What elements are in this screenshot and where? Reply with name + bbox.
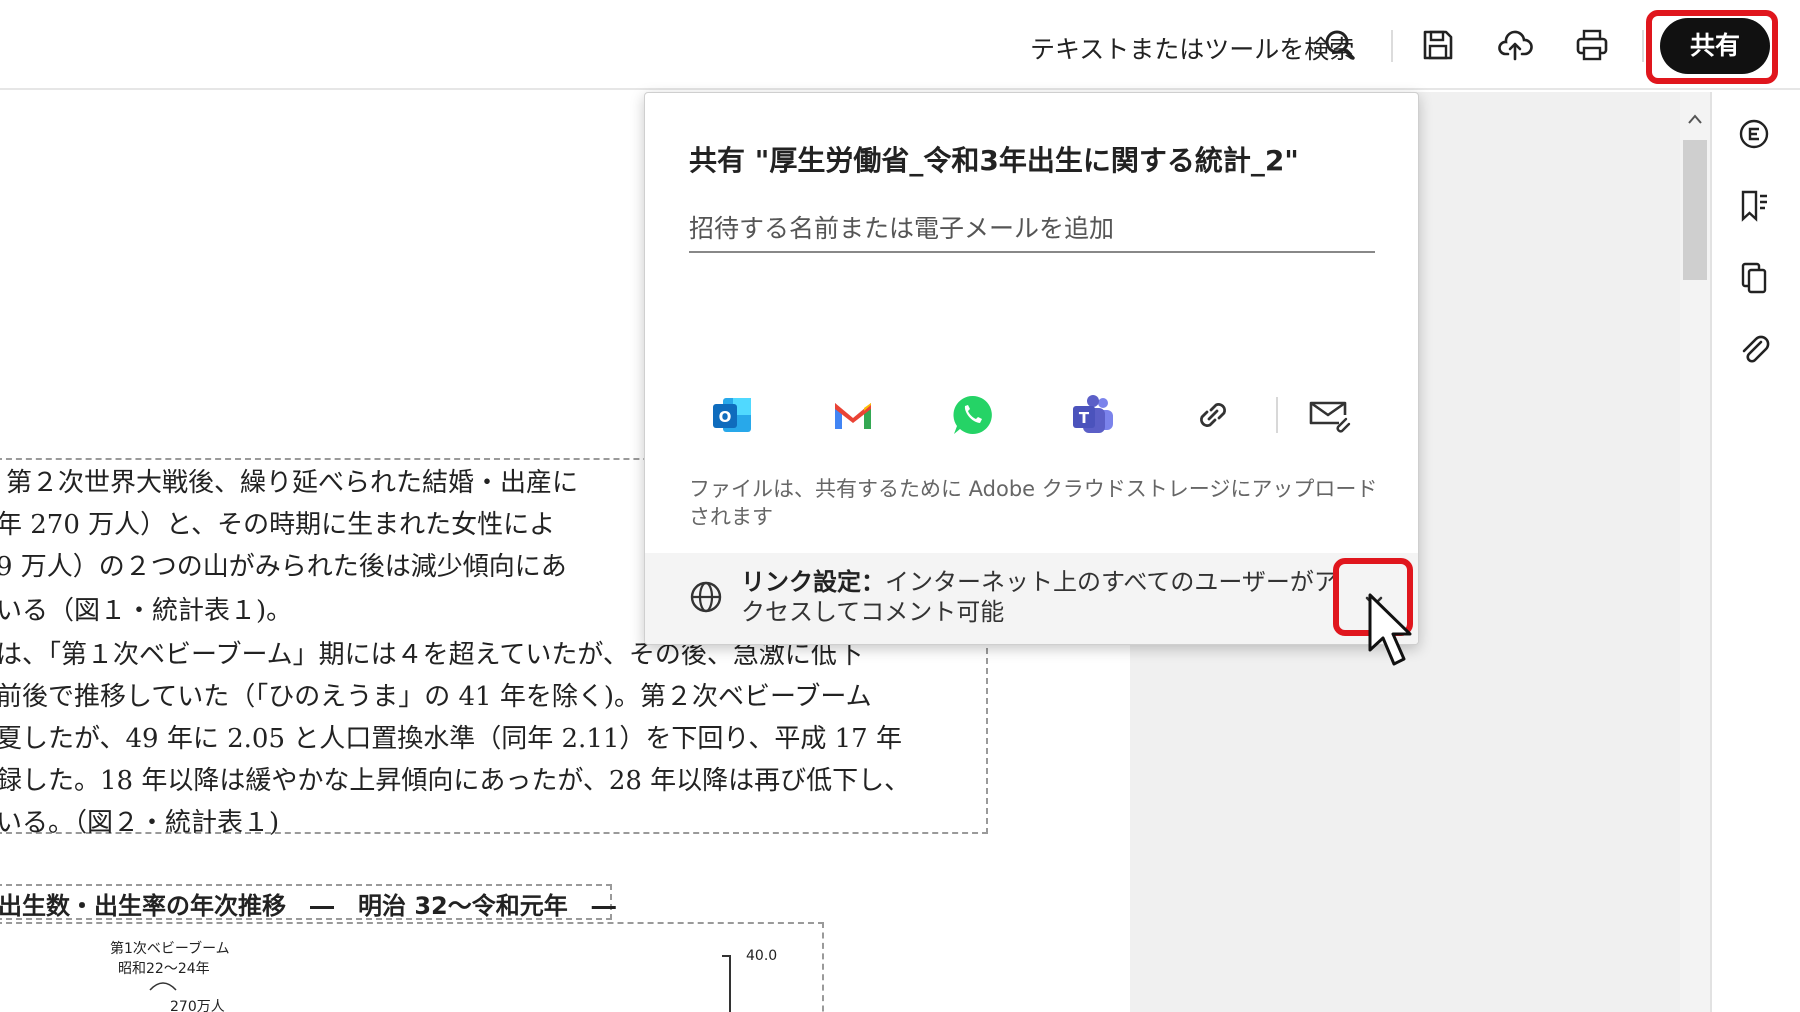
search-tools-label[interactable]: テキストまたはツールを検索 [1030, 30, 1354, 66]
chart-annotation: 昭和22～24年 [118, 961, 210, 977]
svg-text:T: T [1079, 409, 1090, 427]
chart-axis-tick-label: 40.0 [746, 948, 778, 964]
chart-annotation: 第1次ベビーブーム [110, 941, 230, 957]
pages-icon[interactable] [1736, 260, 1772, 296]
right-tool-panel [1710, 92, 1800, 1012]
globe-icon [690, 581, 722, 613]
chart-axis-line [722, 955, 731, 1012]
print-icon[interactable] [1574, 27, 1610, 63]
attachment-icon[interactable] [1736, 332, 1772, 368]
acrobat-window: 第２次世界大戦後、繰り延べられた結婚・出産に 年 270 万人）と、その時期に生… [0, 0, 1800, 1012]
doc-text-line: いる。（図２・統計表１) [0, 808, 280, 838]
chart-peak-marker [149, 982, 177, 991]
toolbar-divider [1642, 30, 1644, 62]
doc-text-line: いる（図１・統計表１)。 [0, 596, 293, 626]
comment-icon[interactable] [1736, 116, 1772, 152]
dialog-title: 共有 "厚生労働省_令和3年出生に関する統計_2" [689, 144, 1299, 177]
copy-link-icon[interactable] [1189, 391, 1237, 439]
outlook-icon[interactable]: O [709, 391, 757, 439]
highlight-share-button [1646, 10, 1778, 84]
teams-icon[interactable]: T [1069, 391, 1117, 439]
cloud-upload-icon[interactable] [1497, 27, 1533, 63]
scroll-up-icon[interactable] [1685, 110, 1705, 128]
bookmark-icon[interactable] [1736, 188, 1772, 224]
toolbar-divider [1391, 30, 1393, 62]
chart-annotation: 270万人 [170, 999, 225, 1012]
svg-text:O: O [719, 408, 732, 426]
gmail-icon[interactable] [829, 391, 877, 439]
search-icon[interactable] [1322, 27, 1358, 63]
services-divider [1276, 397, 1278, 433]
save-icon[interactable] [1420, 27, 1456, 63]
link-settings-text: リンク設定：インターネット上のすべてのユーザーがアクセスしてコメント可能 [741, 567, 1341, 627]
email-icon[interactable] [1305, 391, 1353, 439]
link-settings-label: リンク設定： [741, 568, 885, 596]
doc-text-line: 第２次世界大戦後、繰り延べられた結婚・出産に [6, 468, 579, 498]
upload-note: ファイルは、共有するために Adobe クラウドストレージにアップロードされます [689, 477, 1378, 529]
doc-text-line: 夏したが、49 年に 2.05 と人口置換水準（同年 2.11）を下回り、平成 … [0, 724, 902, 754]
doc-text-line: 9 万人）の２つの山がみられた後は減少傾向にあ [0, 552, 567, 582]
scrollbar-thumb[interactable] [1683, 140, 1707, 280]
doc-text-line: 前後で推移していた（「ひのえうま」の 41 年を除く)。第２次ベビーブーム [0, 682, 872, 712]
mouse-cursor-icon [1368, 593, 1412, 666]
doc-text-line: 録した。18 年以降は緩やかな上昇傾向にあったが、28 年以降は再び低下し、 [0, 766, 911, 796]
share-dialog: 共有 "厚生労働省_令和3年出生に関する統計_2" O T [644, 92, 1419, 645]
figure-title: 出生数・出生率の年次推移 ― 明治 32～令和元年 ― [0, 892, 616, 920]
whatsapp-icon[interactable] [949, 391, 997, 439]
invite-input[interactable] [689, 205, 1375, 253]
doc-text-line: 年 270 万人）と、その時期に生まれた女性によ [0, 510, 556, 540]
